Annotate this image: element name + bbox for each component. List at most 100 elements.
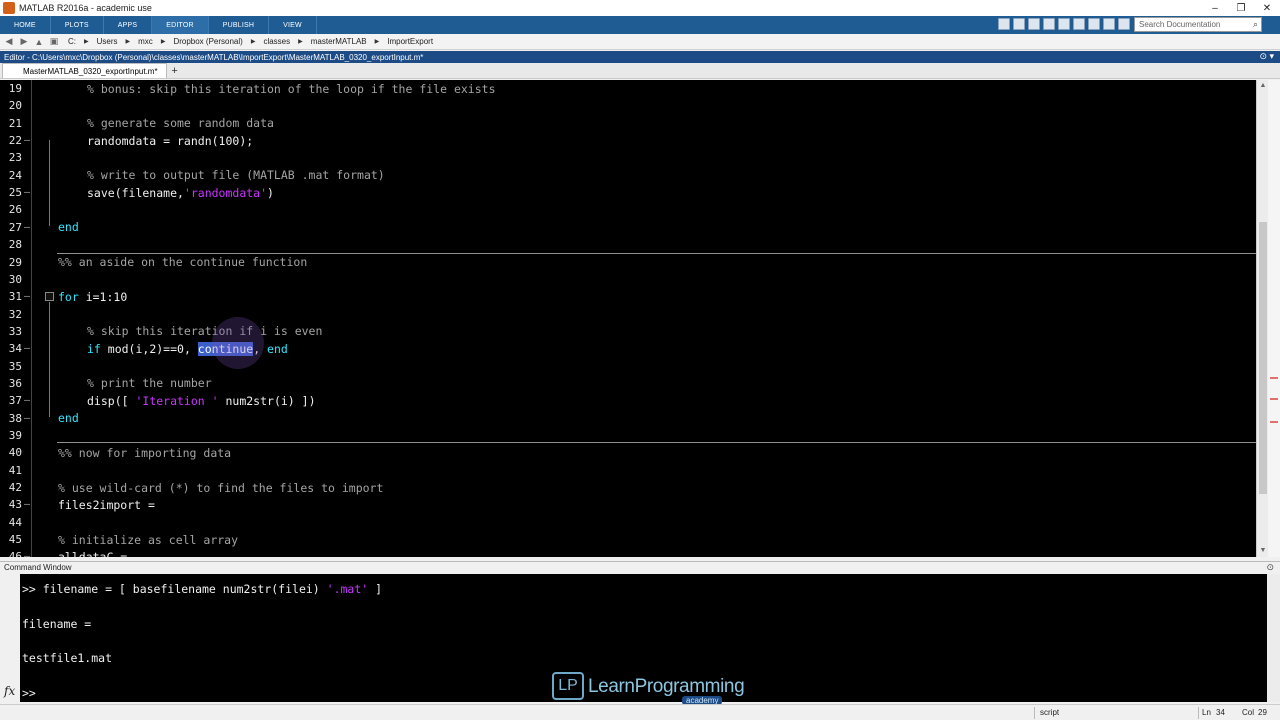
file-tab[interactable]: MasterMATLAB_0320_exportInput.m* bbox=[2, 63, 167, 78]
code-text: randomdata = randn(100); bbox=[87, 134, 253, 148]
code-line[interactable]: 46— alldataC = bbox=[0, 548, 1268, 557]
save-icon[interactable] bbox=[1013, 18, 1025, 30]
breadcrumb-mastermatlab[interactable]: masterMATLAB bbox=[311, 37, 367, 46]
status-column-number: 29 bbox=[1258, 708, 1267, 717]
breakpoint-dash-icon[interactable]: — bbox=[24, 395, 32, 406]
code-line[interactable]: 32 bbox=[0, 306, 1268, 323]
breakpoint-dash-icon[interactable]: — bbox=[24, 187, 32, 198]
code-line[interactable]: 34— if mod(i,2)==0, continue, end bbox=[0, 340, 1268, 357]
code-line[interactable]: 42 % use wild-card (*) to find the files … bbox=[0, 479, 1268, 496]
breakpoint-dash-icon[interactable]: — bbox=[24, 343, 32, 354]
breadcrumb-drive[interactable]: C: bbox=[68, 37, 76, 46]
code-line[interactable]: 37— disp([ 'Iteration ' num2str(i) ]) bbox=[0, 392, 1268, 409]
code-line[interactable]: 21 % generate some random data bbox=[0, 115, 1268, 132]
breadcrumb-separator-icon: ▶ bbox=[125, 39, 131, 45]
code-line[interactable]: 26 bbox=[0, 201, 1268, 218]
scroll-down-arrow-icon[interactable]: ▼ bbox=[1259, 547, 1267, 555]
status-line-number: 34 bbox=[1216, 708, 1225, 717]
code-line[interactable]: 44 bbox=[0, 514, 1268, 531]
tab-apps[interactable]: APPS bbox=[104, 16, 153, 34]
editor-options-icon[interactable]: ⊙ ▾ bbox=[1259, 51, 1274, 62]
code-line[interactable]: 45 % initialize as cell array bbox=[0, 531, 1268, 548]
close-button[interactable]: ✕ bbox=[1254, 0, 1280, 16]
breadcrumb-importexport[interactable]: ImportExport bbox=[387, 37, 433, 46]
scroll-up-arrow-icon[interactable]: ▲ bbox=[1259, 82, 1267, 90]
search-placeholder: Search Documentation bbox=[1139, 20, 1221, 29]
forward-arrow-icon[interactable]: ▶ bbox=[18, 36, 30, 48]
code-line[interactable]: 25— save(filename,'randomdata') bbox=[0, 184, 1268, 201]
back-arrow-icon[interactable]: ◀ bbox=[3, 36, 15, 48]
line-number: 27 bbox=[8, 220, 22, 234]
tab-plots[interactable]: PLOTS bbox=[51, 16, 104, 34]
code-line[interactable]: 39 bbox=[0, 427, 1268, 444]
code-text: % skip this iteration if i is even bbox=[87, 324, 322, 338]
code-line[interactable]: 24 % write to output file (MATLAB .mat fo… bbox=[0, 167, 1268, 184]
breakpoint-dash-icon[interactable]: — bbox=[24, 222, 32, 233]
code-line[interactable]: 36 % print the number bbox=[0, 375, 1268, 392]
tab-home[interactable]: HOME bbox=[0, 16, 51, 34]
mouse-cursor-highlight bbox=[212, 317, 264, 369]
warning-marker[interactable] bbox=[1270, 377, 1278, 379]
line-number: 43 bbox=[8, 498, 22, 512]
search-documentation-input[interactable]: Search Documentation ⌕ bbox=[1134, 17, 1262, 32]
scrollbar-thumb[interactable] bbox=[1259, 222, 1267, 494]
breakpoint-dash-icon[interactable]: — bbox=[24, 551, 32, 557]
code-line[interactable]: 20 bbox=[0, 97, 1268, 114]
window-controls: – ❐ ✕ bbox=[1202, 0, 1280, 16]
tab-view[interactable]: VIEW bbox=[269, 16, 317, 34]
breadcrumb-mxc[interactable]: mxc bbox=[138, 37, 153, 46]
code-editor[interactable]: 19 % bonus: skip this iteration of the lo… bbox=[0, 80, 1268, 557]
code-line[interactable]: 28 bbox=[0, 236, 1268, 253]
breadcrumb-classes[interactable]: classes bbox=[263, 37, 290, 46]
line-number: 46 bbox=[8, 550, 22, 557]
code-line[interactable]: 29 %% an aside on the continue function bbox=[0, 254, 1268, 271]
fold-toggle-icon[interactable] bbox=[45, 292, 54, 301]
redo-icon[interactable] bbox=[1088, 18, 1100, 30]
line-number: 39 bbox=[8, 429, 22, 442]
breakpoint-dash-icon[interactable]: — bbox=[24, 135, 32, 146]
help-icon[interactable] bbox=[1118, 18, 1130, 30]
restore-button[interactable]: ❐ bbox=[1228, 0, 1254, 16]
browse-folder-icon[interactable]: ▣ bbox=[48, 36, 60, 48]
command-window-scrollbar[interactable] bbox=[1267, 574, 1280, 702]
search-icon[interactable]: ⌕ bbox=[1253, 19, 1258, 30]
line-number: 31 bbox=[8, 290, 22, 304]
tab-editor[interactable]: EDITOR bbox=[152, 16, 209, 34]
code-line[interactable]: 19 % bonus: skip this iteration of the lo… bbox=[0, 80, 1268, 97]
breakpoint-dash-icon[interactable]: — bbox=[24, 291, 32, 302]
code-line[interactable]: 35 bbox=[0, 358, 1268, 375]
breadcrumb-users[interactable]: Users bbox=[97, 37, 118, 46]
breakpoint-dash-icon[interactable]: — bbox=[24, 413, 32, 424]
new-file-icon[interactable] bbox=[998, 18, 1010, 30]
code-line[interactable]: 40 %% now for importing data bbox=[0, 444, 1268, 461]
switch-windows-icon[interactable] bbox=[1103, 18, 1115, 30]
command-window-options-icon[interactable]: ⊙ bbox=[1266, 562, 1274, 573]
copy-icon[interactable] bbox=[1043, 18, 1055, 30]
status-divider bbox=[1198, 707, 1199, 719]
breadcrumb-dropbox[interactable]: Dropbox (Personal) bbox=[173, 37, 242, 46]
breakpoint-dash-icon[interactable]: — bbox=[24, 499, 32, 510]
code-line[interactable]: 33 % skip this iteration if i is even bbox=[0, 323, 1268, 340]
undo-icon[interactable] bbox=[1073, 18, 1085, 30]
warning-marker[interactable] bbox=[1270, 421, 1278, 423]
editor-scrollbar[interactable]: ▲ ▼ bbox=[1256, 80, 1268, 557]
code-line[interactable]: 22— randomdata = randn(100); bbox=[0, 132, 1268, 149]
code-token: mod(i,2)==0, bbox=[100, 341, 198, 356]
function-browser-icon[interactable]: fx bbox=[4, 684, 15, 698]
code-line[interactable]: 41 bbox=[0, 462, 1268, 479]
tab-publish[interactable]: PUBLISH bbox=[209, 16, 270, 34]
add-tab-button[interactable]: + bbox=[167, 63, 183, 78]
cut-icon[interactable] bbox=[1028, 18, 1040, 30]
paste-icon[interactable] bbox=[1058, 18, 1070, 30]
code-line[interactable]: 30 bbox=[0, 271, 1268, 288]
code-line[interactable]: 43— files2import = bbox=[0, 496, 1268, 513]
code-token: end bbox=[267, 341, 288, 356]
up-folder-icon[interactable]: ▲ bbox=[33, 36, 45, 48]
code-line[interactable]: 27— end bbox=[0, 219, 1268, 236]
minimize-button[interactable]: – bbox=[1202, 0, 1228, 16]
command-line: >> bbox=[22, 686, 36, 700]
code-line[interactable]: 31— for i=1:10 bbox=[0, 288, 1268, 305]
code-line[interactable]: 38— end bbox=[0, 410, 1268, 427]
warning-marker[interactable] bbox=[1270, 398, 1278, 400]
code-line[interactable]: 23 bbox=[0, 149, 1268, 166]
